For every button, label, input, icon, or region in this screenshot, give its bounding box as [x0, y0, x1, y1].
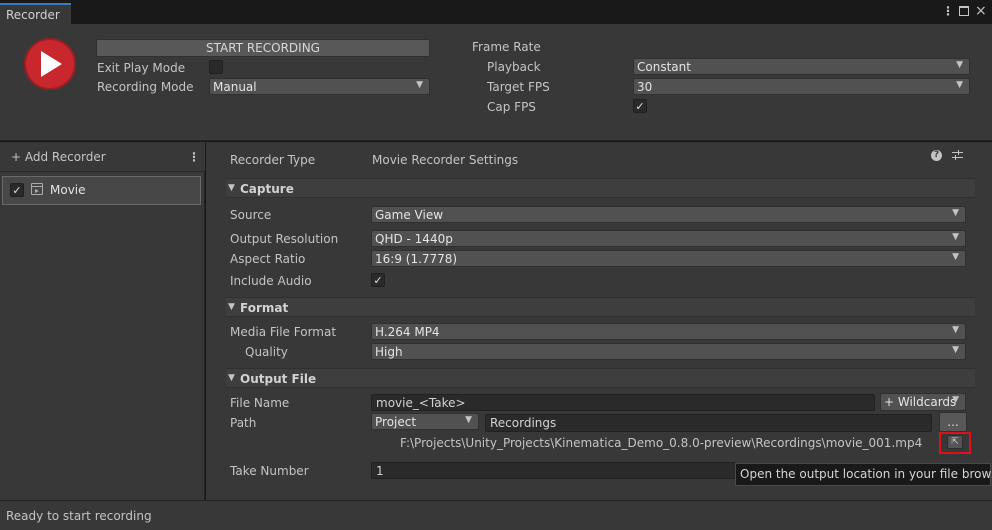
- exit-play-mode-label: Exit Play Mode: [97, 61, 186, 75]
- file-name-label: File Name: [230, 396, 290, 410]
- path-label: Path: [230, 416, 257, 430]
- chevron-down-icon: ▼: [956, 80, 963, 90]
- media-file-format-dropdown[interactable]: H.264 MP4 ▼: [371, 323, 966, 340]
- source-label: Source: [230, 208, 272, 222]
- recorder-list-menu-icon[interactable]: ⋮: [188, 150, 200, 164]
- help-icon[interactable]: ?: [931, 150, 942, 161]
- output-file-section-title: Output File: [240, 372, 317, 386]
- output-resolution-value: QHD - 1440p: [375, 232, 453, 246]
- chevron-down-icon: ▼: [952, 232, 959, 242]
- chevron-down-icon: ▼: [952, 345, 959, 355]
- movie-clip-icon: [31, 183, 43, 195]
- browse-button[interactable]: ...: [939, 412, 967, 432]
- playback-label: Playback: [487, 60, 541, 74]
- source-dropdown[interactable]: Game View ▼: [371, 206, 966, 223]
- take-number-label: Take Number: [230, 464, 309, 478]
- chevron-down-icon: ▼: [952, 252, 959, 262]
- output-file-section-header[interactable]: ▼ Output File: [226, 368, 975, 388]
- file-name-input[interactable]: movie_<Take>: [371, 394, 875, 411]
- play-icon: [41, 51, 62, 77]
- path-input[interactable]: Recordings: [485, 414, 932, 432]
- wildcards-label: + Wildcards: [884, 395, 957, 409]
- path-root-dropdown[interactable]: Project ▼: [371, 413, 479, 430]
- foldout-arrow-icon: ▼: [228, 373, 235, 383]
- close-icon[interactable]: ×: [975, 3, 987, 19]
- status-bar: Ready to start recording: [0, 500, 992, 530]
- target-fps-value: 30: [637, 80, 653, 94]
- wildcards-dropdown[interactable]: + Wildcards ▼: [880, 393, 966, 411]
- include-audio-label: Include Audio: [230, 274, 312, 288]
- recorder-type-label: Recorder Type: [230, 153, 316, 167]
- chevron-down-icon: ▼: [465, 415, 472, 425]
- start-recording-button[interactable]: START RECORDING: [96, 39, 430, 57]
- chevron-down-icon: ▼: [952, 395, 959, 405]
- quality-value: High: [375, 345, 403, 359]
- cap-fps-checkbox[interactable]: ✓: [633, 99, 647, 113]
- playback-dropdown[interactable]: Constant ▼: [633, 58, 970, 75]
- chevron-down-icon: ▼: [416, 80, 423, 90]
- chevron-down-icon: ▼: [952, 208, 959, 218]
- take-number-input[interactable]: 1: [371, 462, 737, 479]
- tab-recorder[interactable]: Recorder: [0, 3, 71, 24]
- window-menu-icon[interactable]: ⋮: [942, 4, 954, 18]
- chevron-down-icon: ▼: [952, 325, 959, 335]
- exit-play-mode-checkbox[interactable]: [209, 60, 223, 74]
- target-fps-label: Target FPS: [487, 80, 550, 94]
- maximize-icon[interactable]: [959, 6, 969, 16]
- recording-mode-value: Manual: [213, 80, 257, 94]
- movie-enabled-checkbox[interactable]: ✓: [10, 183, 24, 197]
- foldout-arrow-icon: ▼: [228, 183, 235, 193]
- format-section-title: Format: [240, 301, 289, 315]
- media-file-format-label: Media File Format: [230, 325, 337, 339]
- quality-dropdown[interactable]: High ▼: [371, 343, 966, 360]
- open-external-icon: ⇱: [947, 435, 963, 449]
- recorder-type-value: Movie Recorder Settings: [372, 153, 519, 167]
- source-value: Game View: [375, 208, 444, 222]
- recording-mode-label: Recording Mode: [97, 80, 194, 94]
- capture-section-title: Capture: [240, 182, 294, 196]
- format-section-header[interactable]: ▼ Format: [226, 297, 975, 317]
- playback-value: Constant: [637, 60, 691, 74]
- list-item-label: Movie: [50, 183, 86, 197]
- output-full-path: F:\Projects\Unity_Projects\Kinematica_De…: [400, 436, 923, 450]
- media-file-format-value: H.264 MP4: [375, 325, 440, 339]
- output-resolution-label: Output Resolution: [230, 232, 339, 246]
- include-audio-checkbox[interactable]: ✓: [371, 273, 385, 287]
- target-fps-dropdown[interactable]: 30 ▼: [633, 78, 970, 95]
- recording-mode-dropdown[interactable]: Manual ▼: [209, 78, 430, 95]
- capture-section-header[interactable]: ▼ Capture: [226, 178, 975, 198]
- reveal-in-file-browser-button[interactable]: ⇱: [939, 432, 971, 454]
- aspect-ratio-value: 16:9 (1.7778): [375, 252, 458, 266]
- chevron-down-icon: ▼: [956, 60, 963, 70]
- tooltip: Open the output location in your file br…: [735, 463, 992, 486]
- path-root-value: Project: [375, 415, 417, 429]
- cap-fps-label: Cap FPS: [487, 100, 536, 114]
- add-recorder-button[interactable]: + Add Recorder: [11, 150, 106, 164]
- output-resolution-dropdown[interactable]: QHD - 1440p ▼: [371, 230, 966, 247]
- quality-label: Quality: [245, 345, 288, 359]
- frame-rate-label: Frame Rate: [472, 40, 541, 54]
- tab-bar: [0, 0, 992, 24]
- record-button[interactable]: [24, 38, 76, 90]
- aspect-ratio-label: Aspect Ratio: [230, 252, 306, 266]
- foldout-arrow-icon: ▼: [228, 302, 235, 312]
- preset-settings-icon[interactable]: [952, 150, 963, 161]
- aspect-ratio-dropdown[interactable]: 16:9 (1.7778) ▼: [371, 250, 966, 267]
